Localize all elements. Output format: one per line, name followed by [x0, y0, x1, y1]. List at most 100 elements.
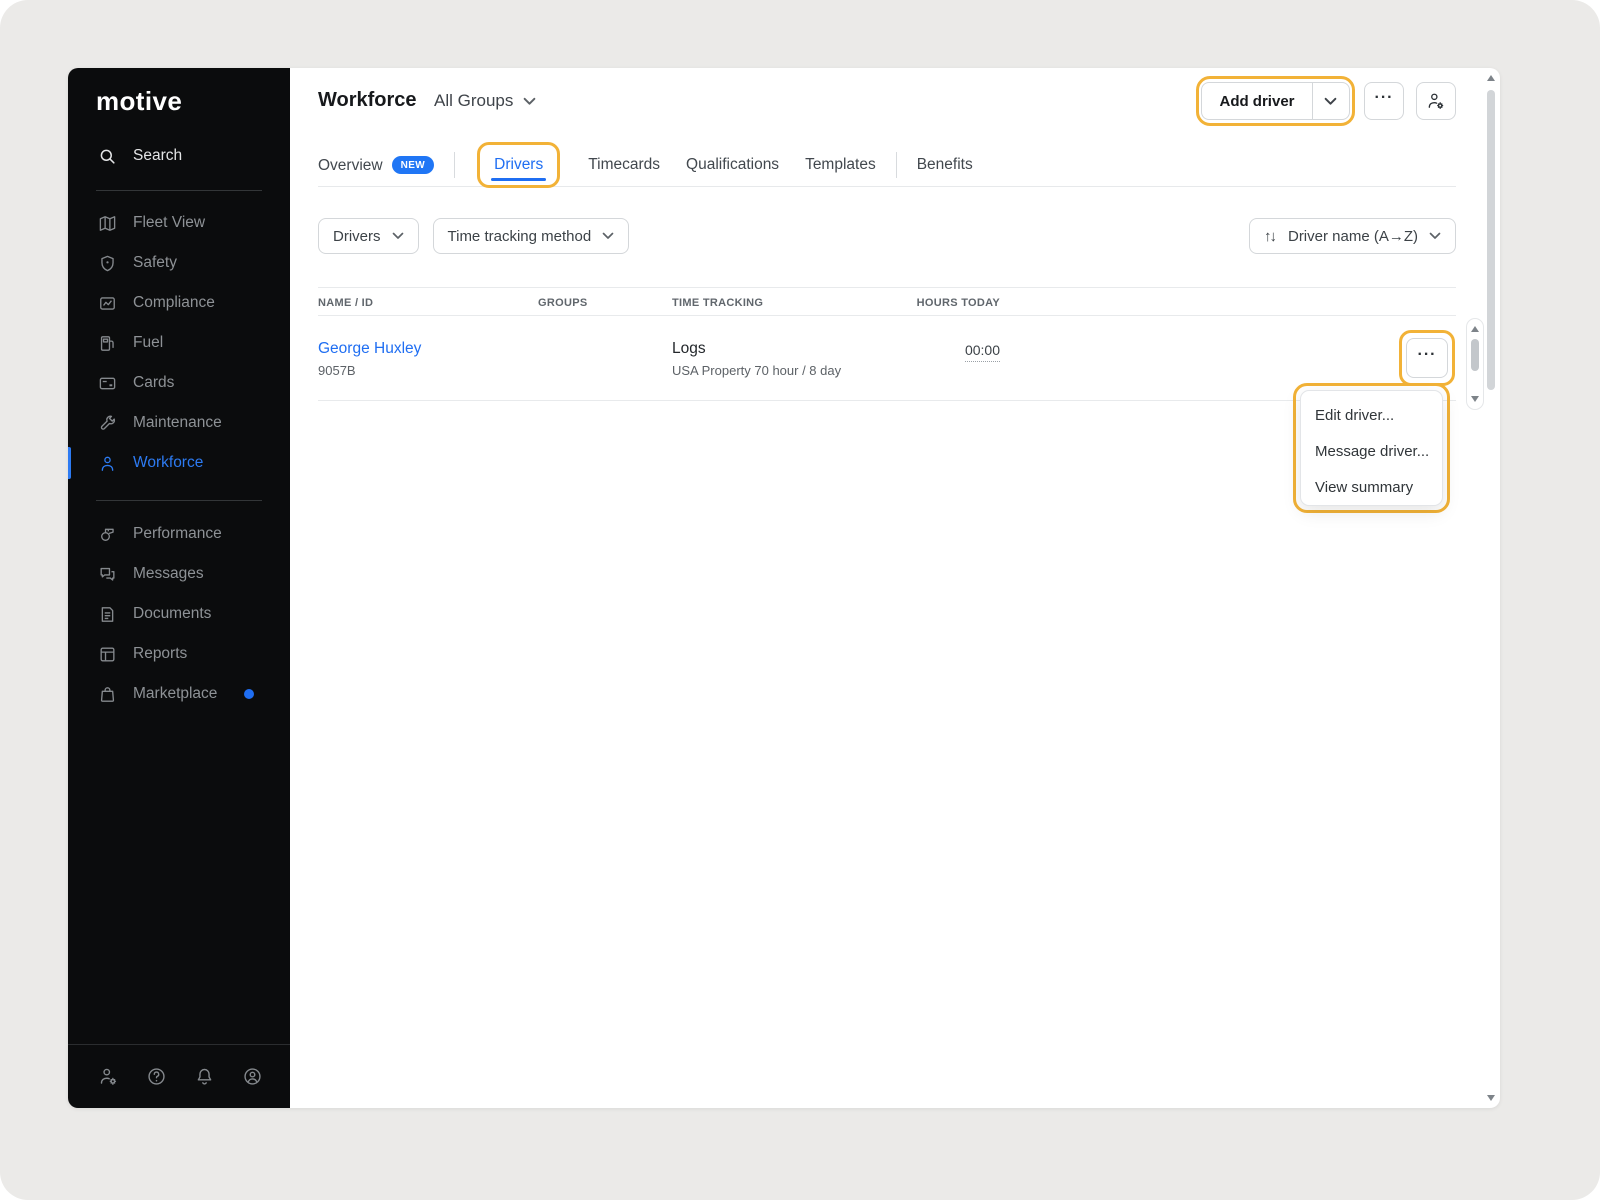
sidebar-item-label: Reports	[133, 645, 187, 663]
account-icon[interactable]	[242, 1066, 263, 1087]
search-icon	[98, 147, 117, 166]
help-icon[interactable]	[146, 1066, 167, 1087]
sidebar: motive Search Fleet View Safety	[68, 68, 290, 1108]
context-menu-highlight-ring: Edit driver... Message driver... View su…	[1293, 383, 1450, 513]
sidebar-search[interactable]: Search	[68, 136, 290, 176]
driver-name-link[interactable]: George Huxley	[318, 340, 421, 358]
add-driver-split-button: Add driver	[1201, 82, 1349, 120]
sidebar-divider	[96, 500, 262, 501]
sidebar-item-cards[interactable]: Cards	[68, 363, 290, 403]
sidebar-item-messages[interactable]: Messages	[68, 554, 290, 594]
notification-dot	[244, 689, 254, 699]
time-tracking-detail: USA Property 70 hour / 8 day	[672, 363, 841, 378]
app-window: motive Search Fleet View Safety	[68, 68, 1500, 1108]
scrollbar-thumb[interactable]	[1487, 90, 1495, 390]
scroll-up-arrow[interactable]	[1471, 326, 1479, 332]
sidebar-item-label: Fuel	[133, 334, 163, 352]
time-tracking-cell: Logs USA Property 70 hour / 8 day	[672, 340, 841, 378]
sidebar-item-documents[interactable]: Documents	[68, 594, 290, 634]
chevron-down-icon	[392, 232, 404, 240]
messages-icon	[98, 565, 117, 584]
sidebar-item-label: Maintenance	[133, 414, 222, 432]
scroll-down-arrow[interactable]	[1487, 1095, 1495, 1101]
sort-label: Driver name (A→Z)	[1288, 228, 1418, 245]
tab-label: Overview	[318, 157, 383, 174]
group-selector[interactable]: All Groups	[434, 91, 536, 111]
tab-divider	[454, 152, 455, 178]
sort-dropdown[interactable]: ↑↓ Driver name (A→Z)	[1249, 218, 1456, 254]
wrench-icon	[98, 414, 117, 433]
filter-label: Time tracking method	[448, 228, 592, 245]
chevron-down-icon	[602, 232, 614, 240]
menu-item-edit-driver[interactable]: Edit driver...	[1301, 397, 1442, 433]
add-driver-highlight-ring: Add driver	[1196, 76, 1355, 126]
table-scrollbar[interactable]	[1466, 318, 1484, 410]
sidebar-item-label: Performance	[133, 525, 222, 543]
chevron-down-icon	[1324, 97, 1337, 106]
motive-logo: motive	[96, 86, 182, 117]
row-more-options-button[interactable]: ···	[1406, 338, 1448, 378]
new-badge: NEW	[392, 156, 435, 174]
tab-qualifications[interactable]: Qualifications	[686, 156, 779, 174]
scrollbar-thumb[interactable]	[1471, 339, 1479, 371]
sidebar-item-label: Documents	[133, 605, 211, 623]
admin-user-gear-icon[interactable]	[98, 1066, 119, 1087]
map-icon	[98, 214, 117, 233]
time-tracking-value: Logs	[672, 340, 841, 358]
sidebar-item-label: Cards	[133, 374, 174, 392]
row-more-highlight-ring: ···	[1399, 330, 1455, 386]
tab-benefits[interactable]: Benefits	[917, 156, 973, 174]
sidebar-item-workforce[interactable]: Workforce	[68, 443, 290, 483]
user-gear-icon	[1426, 91, 1446, 111]
sort-arrows-icon: ↑↓	[1264, 228, 1275, 245]
ellipsis-icon: ···	[1375, 89, 1394, 107]
scroll-up-arrow[interactable]	[1487, 75, 1495, 81]
sidebar-item-label: Workforce	[133, 454, 203, 472]
column-header-name-id: NAME / ID	[318, 297, 373, 309]
page-scrollbar[interactable]	[1484, 70, 1498, 1106]
hours-today-value[interactable]: 00:00	[965, 342, 1000, 362]
bag-icon	[98, 685, 117, 704]
sidebar-item-maintenance[interactable]: Maintenance	[68, 403, 290, 443]
person-icon	[98, 454, 117, 473]
driver-settings-button[interactable]	[1416, 82, 1456, 120]
driver-id: 9057B	[318, 363, 421, 378]
sidebar-item-fuel[interactable]: Fuel	[68, 323, 290, 363]
tab-timecards[interactable]: Timecards	[588, 156, 660, 174]
drivers-filter-dropdown[interactable]: Drivers	[318, 218, 419, 254]
table-header-row: NAME / ID GROUPS TIME TRACKING HOURS TOD…	[318, 287, 1456, 316]
menu-item-message-driver[interactable]: Message driver...	[1301, 433, 1442, 469]
sidebar-item-marketplace[interactable]: Marketplace	[68, 674, 290, 714]
chevron-down-icon	[523, 97, 536, 106]
tab-drivers[interactable]: Drivers	[494, 156, 543, 173]
scroll-down-arrow[interactable]	[1471, 396, 1479, 402]
sidebar-footer	[68, 1044, 290, 1108]
chevron-down-icon	[1429, 232, 1441, 240]
table-row: George Huxley 9057B Logs USA Property 70…	[318, 316, 1456, 401]
sidebar-divider	[96, 190, 262, 191]
header-more-options-button[interactable]: ···	[1364, 82, 1404, 120]
sidebar-item-label: Safety	[133, 254, 177, 272]
menu-item-view-summary[interactable]: View summary	[1301, 469, 1442, 505]
sidebar-nav-primary: Fleet View Safety Compliance Fuel Cards	[68, 203, 290, 483]
sidebar-item-label: Fleet View	[133, 214, 205, 232]
sidebar-item-performance[interactable]: Performance	[68, 514, 290, 554]
active-indicator	[68, 447, 71, 479]
tab-overview[interactable]: Overview NEW	[318, 156, 434, 175]
add-driver-button[interactable]: Add driver	[1202, 83, 1311, 119]
sidebar-item-fleet-view[interactable]: Fleet View	[68, 203, 290, 243]
tab-templates[interactable]: Templates	[805, 156, 876, 174]
context-menu: Edit driver... Message driver... View su…	[1300, 390, 1443, 506]
sidebar-item-compliance[interactable]: Compliance	[68, 283, 290, 323]
add-driver-dropdown-button[interactable]	[1312, 83, 1349, 119]
sidebar-item-safety[interactable]: Safety	[68, 243, 290, 283]
page-background: motive Search Fleet View Safety	[0, 0, 1600, 1200]
driver-name-cell: George Huxley 9057B	[318, 340, 421, 378]
card-icon	[98, 374, 117, 393]
compliance-icon	[98, 294, 117, 313]
bell-icon[interactable]	[194, 1066, 215, 1087]
sidebar-item-reports[interactable]: Reports	[68, 634, 290, 674]
time-tracking-filter-dropdown[interactable]: Time tracking method	[433, 218, 630, 254]
main-content: Workforce All Groups Add driver ···	[290, 68, 1500, 1108]
document-icon	[98, 605, 117, 624]
